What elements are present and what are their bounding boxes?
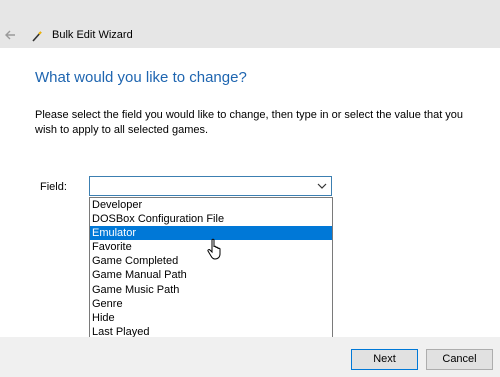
dropdown-option[interactable]: Game Manual Path: [90, 268, 332, 282]
next-button[interactable]: Next: [351, 349, 418, 370]
back-button[interactable]: [0, 22, 22, 48]
cancel-button[interactable]: Cancel: [426, 349, 493, 370]
field-select[interactable]: [89, 176, 332, 196]
dropdown-option[interactable]: Game Music Path: [90, 283, 332, 297]
window-title: Bulk Edit Wizard: [52, 29, 133, 41]
dropdown-option[interactable]: DOSBox Configuration File: [90, 212, 332, 226]
dropdown-option[interactable]: Genre: [90, 297, 332, 311]
dropdown-option[interactable]: Developer: [90, 198, 332, 212]
magic-wand-icon: [32, 31, 42, 42]
field-label: Field:: [40, 181, 67, 193]
dropdown-option[interactable]: Hide: [90, 311, 332, 325]
page-heading: What would you like to change?: [35, 69, 247, 86]
wizard-footer: [0, 337, 500, 377]
back-arrow-icon: [5, 30, 15, 40]
chevron-down-icon: [317, 183, 327, 189]
instructions-text: Please select the field you would like t…: [35, 109, 464, 136]
title-bar: Bulk Edit Wizard: [0, 0, 500, 48]
mouse-cursor-icon: [207, 238, 221, 260]
